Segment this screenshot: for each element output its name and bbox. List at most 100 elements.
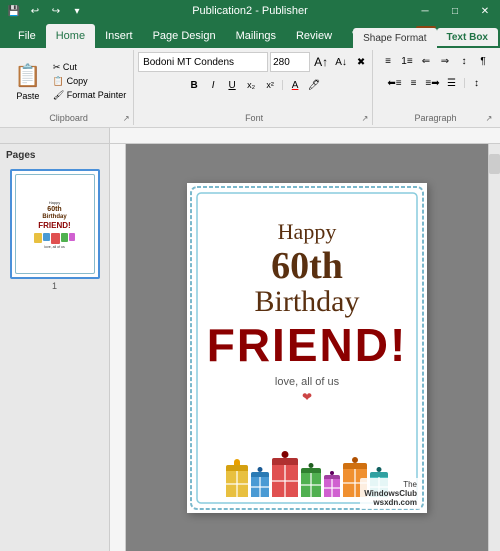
undo-qa-button[interactable]: ↩ xyxy=(26,3,44,19)
gift-3-lid xyxy=(272,458,298,465)
tab-file[interactable]: File xyxy=(8,24,46,48)
tab-review[interactable]: Review xyxy=(286,24,342,48)
justify-button[interactable]: ☰ xyxy=(443,74,461,92)
line-spacing-button[interactable]: ↕ xyxy=(468,74,486,92)
main-area: Pages Happy 60th Birthday FRIEND! xyxy=(0,144,500,551)
font-size-input[interactable] xyxy=(270,52,310,72)
format-buttons-row: B I U x₂ x² A 🖊 xyxy=(185,76,323,94)
para-divider1 xyxy=(464,78,465,88)
font-expand-button[interactable]: ↗ xyxy=(360,113,370,123)
gift-5-ribbon-v xyxy=(331,479,333,497)
font-divider1 xyxy=(282,80,283,90)
redo-qa-button[interactable]: ↪ xyxy=(47,3,65,19)
gift-3 xyxy=(272,458,298,497)
tab-mailings[interactable]: Mailings xyxy=(226,24,286,48)
tab-shape-format[interactable]: Shape Format xyxy=(353,28,436,48)
paste-button[interactable]: 📋 Paste xyxy=(8,60,48,104)
underline-button[interactable]: U xyxy=(223,76,241,94)
sort-button[interactable]: ↕ xyxy=(455,52,473,70)
align-buttons-row: ⬅≡ ≡ ≡➡ ☰ ↕ xyxy=(386,74,486,92)
gift-2-ribbon-v xyxy=(259,477,261,497)
tab-home[interactable]: Home xyxy=(46,24,95,48)
cut-button[interactable]: ✂ ✂ CutCut xyxy=(50,61,129,74)
gift-6-ribbon-v xyxy=(354,469,356,497)
clipboard-expand-button[interactable]: ↗ xyxy=(121,113,131,123)
watermark-line2: WindowsClub xyxy=(364,489,417,498)
show-marks-button[interactable]: ¶ xyxy=(474,52,492,70)
thumb-border xyxy=(15,174,95,274)
bold-button[interactable]: B xyxy=(185,76,203,94)
indent-increase-button[interactable]: ⇒ xyxy=(436,52,454,70)
gift-3-bow xyxy=(282,451,289,458)
gift-2 xyxy=(251,472,269,497)
ribbon-tabs: File Home Insert Page Design Mailings Re… xyxy=(0,22,500,48)
align-left-button[interactable]: ⬅≡ xyxy=(386,74,404,92)
highlight-button[interactable]: 🖊 xyxy=(305,76,323,94)
card-60th-text: 60th xyxy=(271,247,343,285)
font-group-label: Font xyxy=(245,113,263,123)
gift-1-box xyxy=(226,471,248,497)
save-qa-button[interactable]: 💾 xyxy=(5,3,23,19)
gift-2-bow xyxy=(258,467,263,472)
quick-access-toolbar[interactable]: 💾 ↩ ↪ ▾ xyxy=(5,3,86,19)
gift-1-bow xyxy=(234,459,240,465)
card-friend-text: FRIEND! xyxy=(207,322,408,368)
font-group: A↑ A↓ ✖ B I U x₂ x² A 🖊 Font ↗ xyxy=(136,50,373,125)
align-center-button[interactable]: ≡ xyxy=(405,74,423,92)
paragraph-group-label: Paragraph xyxy=(414,113,456,123)
card-birthday-text: Birthday xyxy=(255,285,360,318)
vertical-scrollbar[interactable] xyxy=(488,144,500,551)
page-thumbnail-inner: Happy 60th Birthday FRIEND! love, all of… xyxy=(10,169,100,279)
numbered-list-button[interactable]: 1≡ xyxy=(398,52,416,70)
subscript-button[interactable]: x₂ xyxy=(242,76,260,94)
italic-button[interactable]: I xyxy=(204,76,222,94)
font-selector-row: A↑ A↓ ✖ xyxy=(138,52,370,72)
gift-5-bow xyxy=(330,471,334,475)
tab-insert[interactable]: Insert xyxy=(95,24,143,48)
clear-format-button[interactable]: ✖ xyxy=(352,53,370,71)
ribbon: 📋 Paste ✂ ✂ CutCut 📋 Copy 🖌 Format Paint… xyxy=(0,48,500,128)
decrease-font-button[interactable]: A↓ xyxy=(332,53,350,71)
increase-font-button[interactable]: A↑ xyxy=(312,53,330,71)
gift-1 xyxy=(226,465,248,497)
pages-panel-label: Pages xyxy=(4,148,105,163)
card-heart-icon: ❤ xyxy=(302,390,312,404)
app-title: Publication2 - Publisher xyxy=(192,5,308,17)
minimize-button[interactable]: ─ xyxy=(410,0,440,22)
vertical-ruler xyxy=(110,144,126,551)
align-right-button[interactable]: ≡➡ xyxy=(424,74,442,92)
clipboard-group: 📋 Paste ✂ ✂ CutCut 📋 Copy 🖌 Format Paint… xyxy=(4,50,134,125)
gift-4-ribbon-v xyxy=(310,473,312,497)
horizontal-ruler xyxy=(0,128,500,144)
watermark: The WindowsClub wsxdn.com xyxy=(360,478,421,509)
maximize-button[interactable]: □ xyxy=(440,0,470,22)
tab-page-design[interactable]: Page Design xyxy=(143,24,226,48)
paste-icon: 📋 xyxy=(14,63,41,89)
font-name-input[interactable] xyxy=(138,52,268,72)
font-color-button[interactable]: A xyxy=(286,76,304,94)
paragraph-group: ≡ 1≡ ⇐ ⇒ ↕ ¶ ⬅≡ ≡ ≡➡ ☰ ↕ Paragraph ↗ xyxy=(375,50,496,125)
copy-button[interactable]: 📋 Copy xyxy=(50,75,129,88)
gift-1-ribbon-v xyxy=(236,471,238,497)
format-painter-button[interactable]: 🖌 Format Painter xyxy=(50,89,129,102)
gift-7-bow xyxy=(377,467,382,472)
bullet-list-button[interactable]: ≡ xyxy=(379,52,397,70)
gift-3-ribbon-v xyxy=(284,465,286,497)
page-thumbnail-1[interactable]: Happy 60th Birthday FRIEND! love, all of… xyxy=(10,169,100,291)
gift-3-box xyxy=(272,465,298,497)
window-controls[interactable]: ─ □ ✕ xyxy=(410,0,500,22)
scroll-thumb[interactable] xyxy=(489,154,500,174)
indent-decrease-button[interactable]: ⇐ xyxy=(417,52,435,70)
close-button[interactable]: ✕ xyxy=(470,0,500,22)
card-happy-text: Happy xyxy=(278,219,337,245)
gift-6-bow xyxy=(352,457,358,463)
qa-dropdown-button[interactable]: ▾ xyxy=(68,3,86,19)
ruler-corner xyxy=(0,128,110,143)
tab-text-box[interactable]: Text Box xyxy=(437,28,499,48)
ruler-horizontal xyxy=(110,128,500,143)
paragraph-expand-button[interactable]: ↗ xyxy=(484,113,494,123)
superscript-button[interactable]: x² xyxy=(261,76,279,94)
list-buttons-row: ≡ 1≡ ⇐ ⇒ ↕ ¶ xyxy=(379,52,492,70)
canvas-area[interactable]: Happy 60th Birthday FRIEND! love, all of… xyxy=(126,144,488,551)
card[interactable]: Happy 60th Birthday FRIEND! love, all of… xyxy=(187,183,427,513)
